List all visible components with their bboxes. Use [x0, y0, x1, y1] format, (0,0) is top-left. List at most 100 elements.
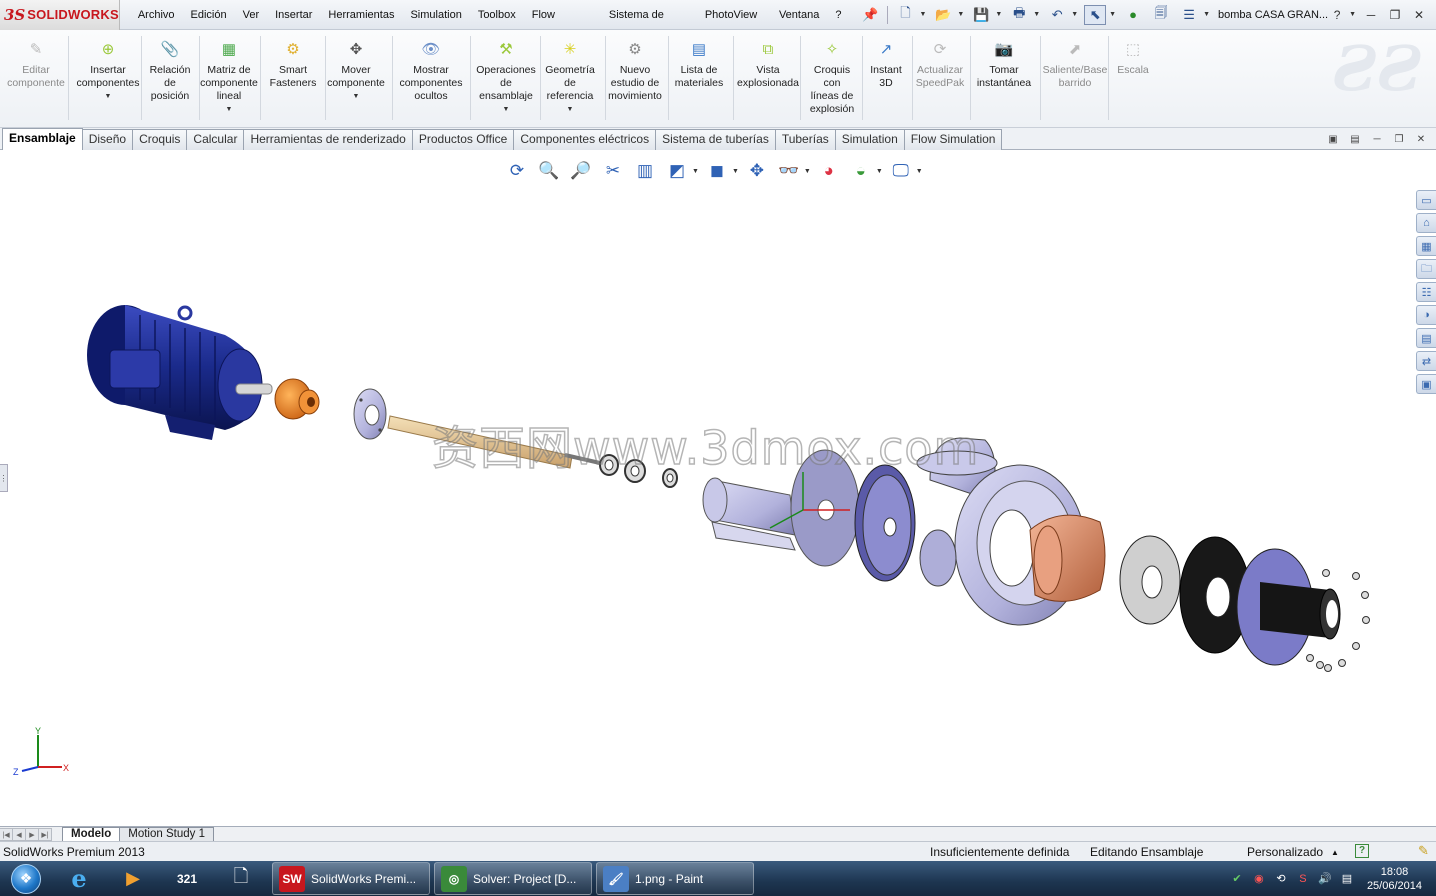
- chevron-down-icon[interactable]: ▼: [995, 11, 1002, 18]
- taskbar-window-button[interactable]: ◎ Solver: Project [D...: [434, 862, 592, 895]
- minimize-icon[interactable]: ─: [1362, 7, 1380, 23]
- volume-icon[interactable]: 🔊: [1317, 871, 1333, 887]
- rebuild-traffic-light-icon[interactable]: ●: [1122, 5, 1144, 25]
- toolbox-icon[interactable]: ▣: [1416, 374, 1436, 394]
- coupling-hub[interactable]: [274, 378, 320, 420]
- print-icon[interactable]: 🖶: [1008, 5, 1030, 25]
- tab-ensamblaje[interactable]: Ensamblaje: [2, 128, 83, 150]
- tab-productos-office[interactable]: Productos Office: [411, 129, 515, 150]
- view-orientation-icon[interactable]: ◩: [663, 157, 691, 185]
- forum-icon[interactable]: ⇄: [1416, 351, 1436, 371]
- menu-item-simulation[interactable]: Simulation: [402, 4, 469, 26]
- file-explorer-icon[interactable]: 🗀: [1416, 259, 1436, 279]
- graphics-area[interactable]: 资西网www.3dmox.com ⋮ ▭ ⌂ ▦ 🗀 ☷ ◑ ▤ ⇄ ▣ Y X…: [0, 150, 1436, 826]
- menu-item-edición[interactable]: Edición: [183, 4, 235, 26]
- zoom-to-fit-icon[interactable]: ⟳: [503, 157, 531, 185]
- tab-flow-simulation[interactable]: Flow Simulation: [903, 129, 1003, 150]
- menu-item-insertar[interactable]: Insertar: [267, 4, 320, 26]
- chevron-down-icon[interactable]: ▼: [1109, 11, 1116, 18]
- chevron-down-icon[interactable]: ▼: [191, 103, 267, 116]
- tab-tuberías[interactable]: Tuberías: [774, 129, 836, 150]
- feature-tree-flyout-handle[interactable]: ⋮: [0, 464, 8, 492]
- menu-item-ver[interactable]: Ver: [235, 4, 268, 26]
- cascade-icon[interactable]: ▤: [1348, 133, 1362, 145]
- solidworks-logo[interactable]: 3S SOLIDWORKS: [0, 0, 120, 30]
- bearing-flange[interactable]: [353, 388, 387, 440]
- wear-liner[interactable]: [1029, 514, 1106, 602]
- chevron-down-icon[interactable]: ▼: [876, 168, 883, 175]
- command-move-component[interactable]: ✥ Mover componente ▼: [318, 36, 394, 103]
- prev-tab-arrow-icon[interactable]: ◀: [12, 828, 26, 841]
- tile-icon[interactable]: ▣: [1326, 133, 1340, 145]
- menu-item-flow-simulation[interactable]: Flow Simulation: [524, 4, 601, 43]
- tab-simulation[interactable]: Simulation: [834, 129, 905, 150]
- menu-item-toolbox[interactable]: Toolbox: [470, 4, 524, 26]
- tab-componentes-eléctricos[interactable]: Componentes eléctricos: [513, 129, 657, 150]
- next-tab-arrow-icon[interactable]: ▶: [25, 828, 39, 841]
- display-style-icon[interactable]: ◼: [703, 157, 731, 185]
- solidworks-tray-icon[interactable]: S: [1295, 871, 1311, 887]
- menu-item-archivo[interactable]: Archivo: [130, 4, 183, 26]
- chevron-down-icon[interactable]: ▼: [732, 168, 739, 175]
- start-button[interactable]: ❖: [0, 861, 52, 896]
- media-player-icon[interactable]: ▶: [106, 862, 160, 895]
- chevron-down-icon[interactable]: ▼: [957, 11, 964, 18]
- suction-cover[interactable]: [1236, 548, 1341, 666]
- chevron-down-icon[interactable]: ▼: [916, 168, 923, 175]
- close-doc-icon[interactable]: ✕: [1414, 133, 1428, 145]
- chevron-down-icon[interactable]: ▼: [919, 11, 926, 18]
- suction-gasket[interactable]: [1119, 535, 1181, 625]
- open-folder-icon[interactable]: 📂: [932, 5, 954, 25]
- view-settings-icon[interactable]: 🖵: [887, 157, 915, 185]
- antivirus-icon[interactable]: ◉: [1251, 871, 1267, 887]
- new-document-icon[interactable]: 🗋: [894, 5, 916, 25]
- design-library-icon[interactable]: ▦: [1416, 236, 1436, 256]
- taskbar-window-button[interactable]: SW SolidWorks Premi...: [272, 862, 430, 895]
- taskbar-window-button[interactable]: 🖌 1.png - Paint: [596, 862, 754, 895]
- chevron-down-icon[interactable]: ▼: [318, 90, 394, 103]
- clock[interactable]: 18:08 25/06/2014: [1367, 865, 1422, 893]
- network-icon[interactable]: ▤: [1339, 871, 1355, 887]
- tab-croquis[interactable]: Croquis: [132, 129, 188, 150]
- blank-document-icon[interactable]: 🗋: [214, 862, 268, 895]
- tab-modelo[interactable]: Modelo: [62, 827, 121, 841]
- hide-show-items-icon[interactable]: 👓: [775, 157, 803, 185]
- chevron-down-icon[interactable]: ▼: [692, 168, 699, 175]
- edit-appearance-icon[interactable]: ◕: [815, 157, 843, 185]
- assembly-exploded-view[interactable]: [0, 150, 1436, 826]
- close-icon[interactable]: ✕: [1410, 7, 1428, 23]
- undo-icon[interactable]: ↶: [1046, 5, 1068, 25]
- save-icon[interactable]: 💾: [970, 5, 992, 25]
- units-chevron-up-icon[interactable]: ▲: [1331, 848, 1339, 857]
- resources-icon[interactable]: ▭: [1416, 190, 1436, 210]
- menu-item-sistema-de-recorrido[interactable]: Sistema de recorrido: [601, 4, 697, 43]
- tab-dise-o[interactable]: Diseño: [81, 129, 134, 150]
- internet-explorer-icon[interactable]: e: [52, 862, 106, 895]
- electric-motor[interactable]: [87, 305, 273, 440]
- menu-item--[interactable]: ?: [827, 4, 849, 26]
- pan-icon[interactable]: ✥: [743, 157, 771, 185]
- media-player-classic-icon[interactable]: 321: [160, 862, 214, 895]
- chevron-down-icon[interactable]: ▼: [1071, 11, 1078, 18]
- chevron-down-icon[interactable]: ▼: [1203, 11, 1210, 18]
- command-bom[interactable]: ▤ Lista de materiales: [661, 36, 737, 90]
- dynamic-annotation-icon[interactable]: ▥: [631, 157, 659, 185]
- command-show-hidden[interactable]: 👁 Mostrar componentes ocultos: [393, 36, 469, 103]
- chevron-down-icon[interactable]: ▼: [1033, 11, 1040, 18]
- tab-motion-study-1[interactable]: Motion Study 1: [119, 827, 214, 841]
- options-icon[interactable]: ☰: [1178, 5, 1200, 25]
- chevron-down-icon[interactable]: ▼: [804, 168, 811, 175]
- menu-item-ventana[interactable]: Ventana: [771, 4, 827, 26]
- menu-item-photoview-360[interactable]: PhotoView 360: [697, 4, 771, 43]
- section-view-icon[interactable]: ✂: [599, 157, 627, 185]
- apply-scene-icon[interactable]: ◒: [847, 157, 875, 185]
- restore-doc-icon[interactable]: ❐: [1392, 133, 1406, 145]
- home-icon[interactable]: ⌂: [1416, 213, 1436, 233]
- menu-item-herramientas[interactable]: Herramientas: [320, 4, 402, 26]
- seal-plate[interactable]: [854, 464, 916, 582]
- view-palette-icon[interactable]: ☷: [1416, 282, 1436, 302]
- command-edit-component[interactable]: ✎ Editar componente: [0, 36, 74, 90]
- shield-check-icon[interactable]: ✔: [1229, 871, 1245, 887]
- tab-sistema-de-tuberías[interactable]: Sistema de tuberías: [655, 129, 776, 150]
- restore-icon[interactable]: ❐: [1386, 7, 1404, 23]
